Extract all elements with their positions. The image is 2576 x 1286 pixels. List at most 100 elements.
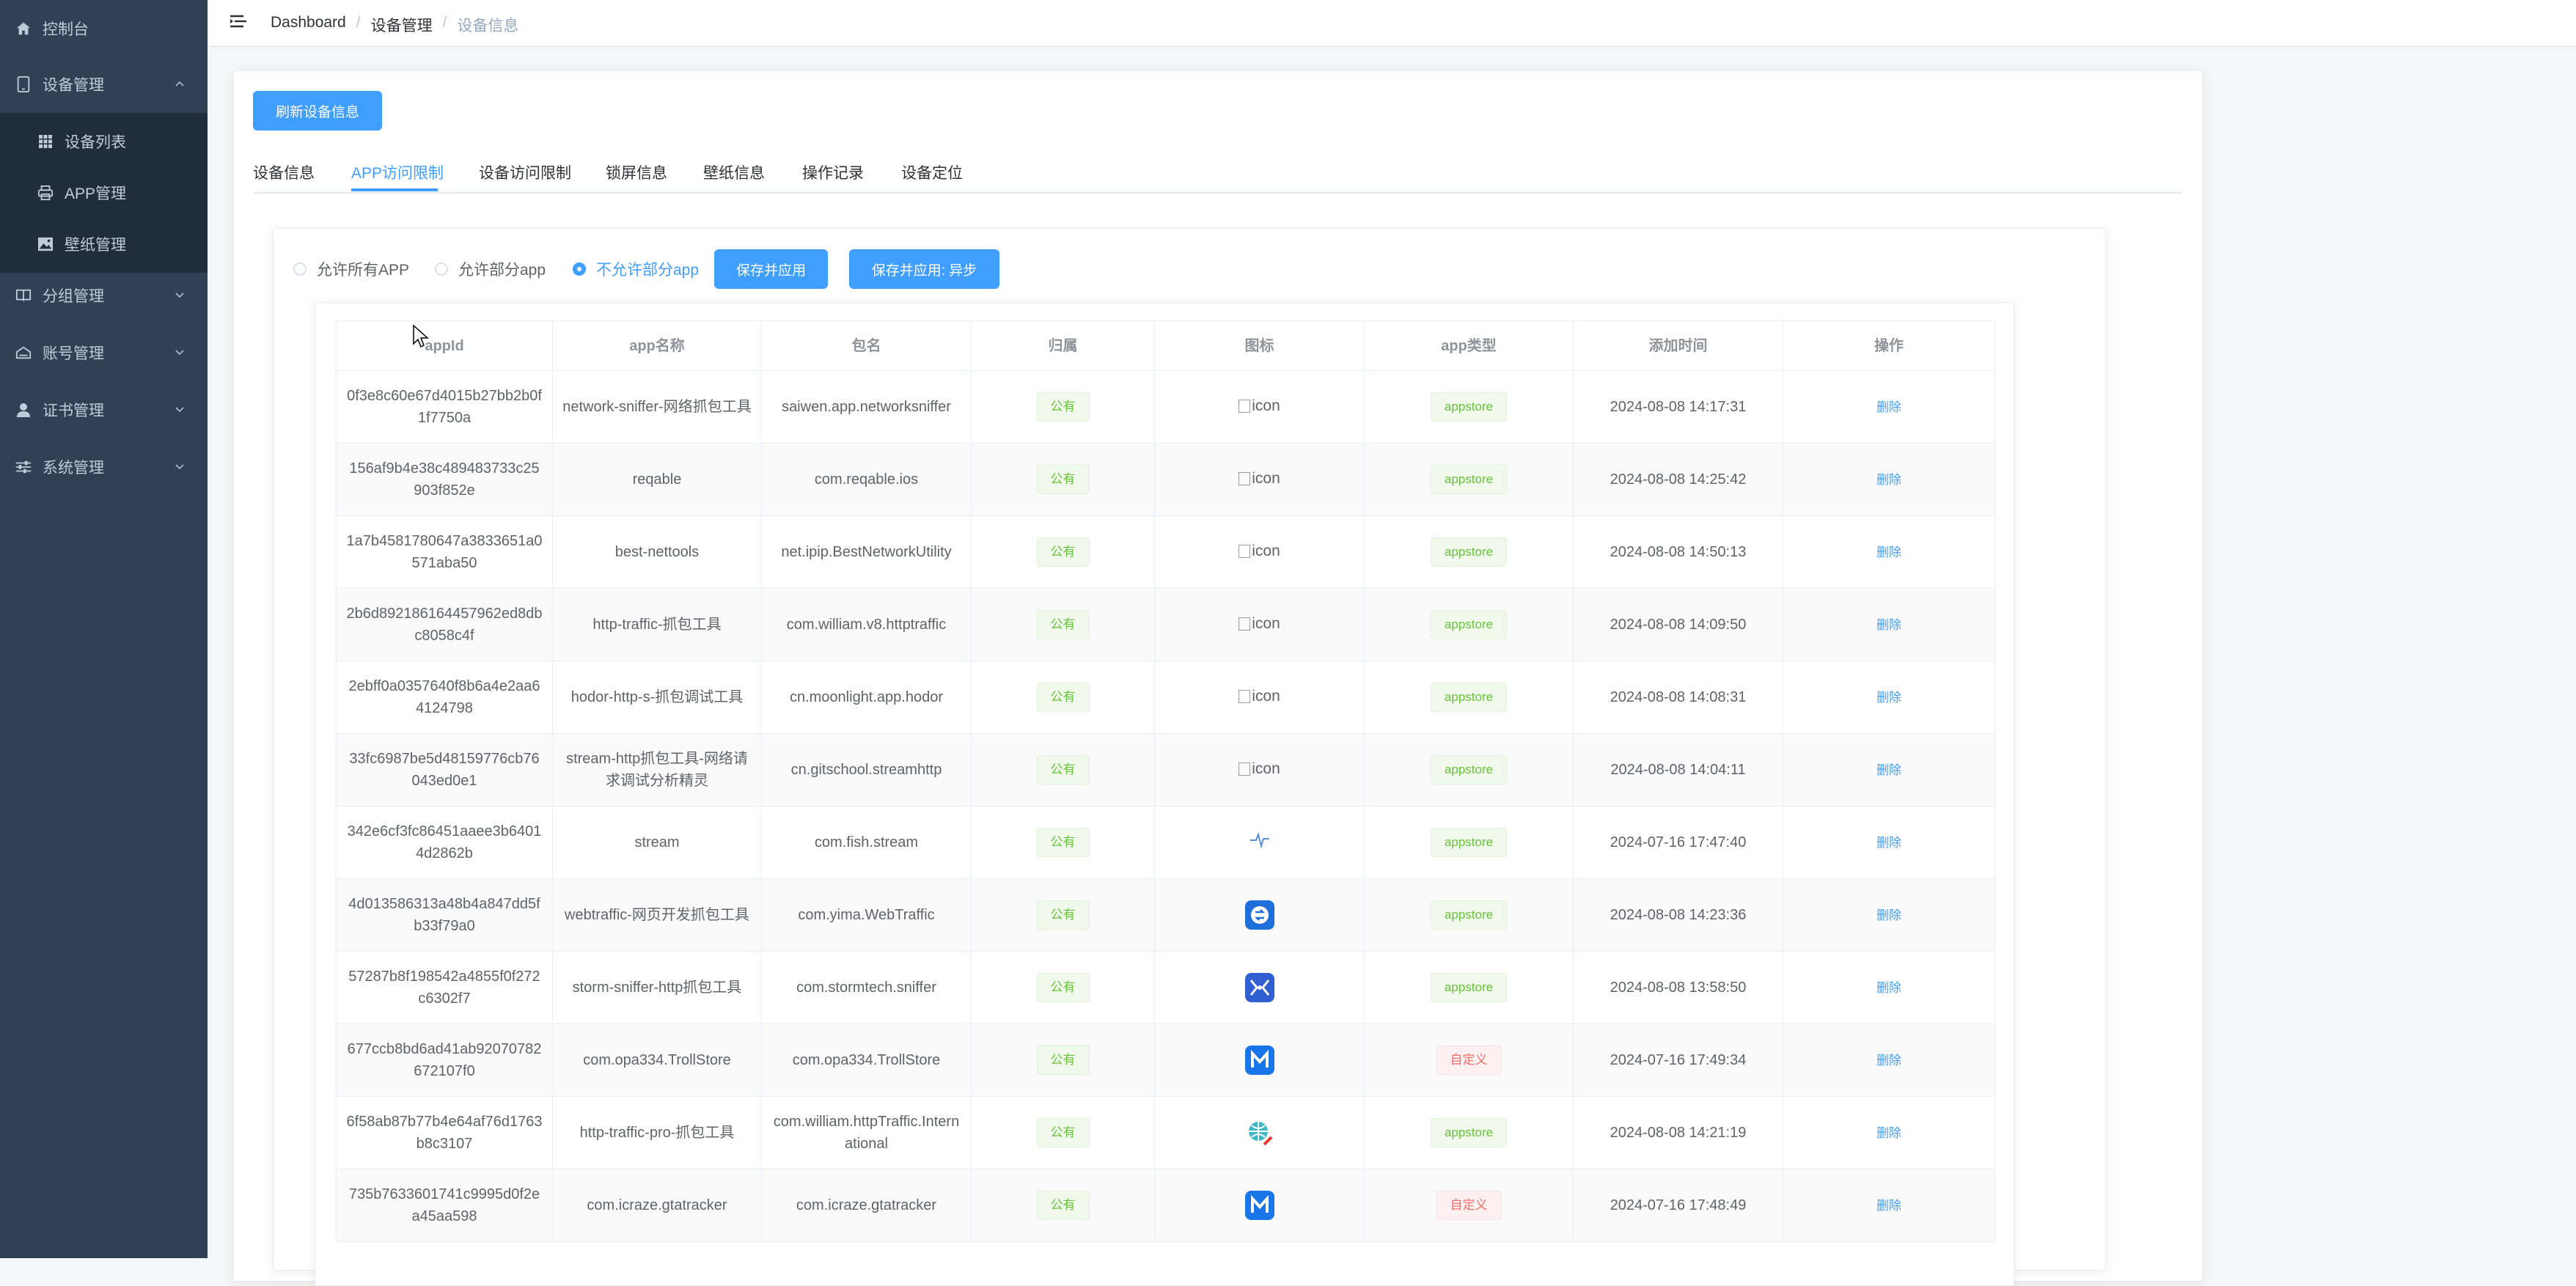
delete-button[interactable]: 删除 [1876, 473, 1901, 487]
delete-button[interactable]: 删除 [1876, 545, 1901, 559]
app-type-tag: 自定义 [1436, 1191, 1502, 1220]
tab-operation-log[interactable]: 操作记录 [802, 161, 864, 183]
column-header-owner: 归属 [971, 320, 1155, 371]
radio-allow-all-apps[interactable]: 允许所有APP [293, 258, 409, 280]
app-icon [1244, 900, 1274, 930]
broken-image-icon: icon [1239, 540, 1280, 562]
tab-lock-screen-info[interactable]: 锁屏信息 [606, 161, 667, 183]
delete-button[interactable]: 删除 [1876, 400, 1901, 414]
sidebar-item-system-management[interactable]: 系统管理 [0, 438, 208, 496]
cell-app-type: 自定义 [1364, 1024, 1574, 1097]
tab-app-access-limit[interactable]: APP访问限制 [351, 161, 444, 183]
sidebar-item-account-management[interactable]: 账号管理 [0, 324, 208, 381]
cell-app-name: webtraffic-网页开发抓包工具 [552, 878, 762, 952]
cell-app-name: http-traffic-抓包工具 [552, 588, 762, 661]
table-row: 342e6cf3fc86451aaee3b64014d2862b stream co… [336, 806, 1995, 879]
delete-button[interactable]: 删除 [1876, 981, 1901, 995]
app-type-tag: appstore [1430, 537, 1508, 567]
breadcrumb: Dashboard / 设备管理 / 设备信息 [271, 14, 518, 36]
sidebar-item-label: 分组管理 [43, 288, 104, 305]
cell-added-time: 2024-08-08 14:21:19 [1573, 1096, 1783, 1169]
sidebar-item-wallpaper-management[interactable]: 壁纸管理 [0, 216, 208, 273]
sidebar-item-certificate-management[interactable]: 证书管理 [0, 381, 208, 438]
delete-button[interactable]: 删除 [1876, 618, 1901, 632]
tab-device-info[interactable]: 设备信息 [253, 161, 315, 183]
sidebar-item-device-list[interactable]: 设备列表 [0, 113, 208, 170]
cell-added-time: 2024-08-08 14:08:31 [1573, 661, 1783, 734]
cell-app-type: appstore [1364, 951, 1574, 1024]
refresh-device-info-button[interactable]: 刷新设备信息 [253, 91, 382, 131]
cell-app-type: 自定义 [1364, 1169, 1574, 1242]
cell-app-type: appstore [1364, 443, 1574, 516]
tab-device-location[interactable]: 设备定位 [901, 161, 963, 183]
tab-wallpaper-info[interactable]: 壁纸信息 [703, 161, 765, 183]
cell-actions: 删除 [1783, 878, 1995, 952]
delete-button[interactable]: 删除 [1876, 1199, 1901, 1213]
cell-owner: 公有 [971, 588, 1155, 661]
sidebar-item-label: 证书管理 [43, 403, 104, 419]
owner-tag: 公有 [1036, 900, 1090, 930]
delete-button[interactable]: 删除 [1876, 908, 1901, 922]
sidebar-item-app-management[interactable]: APP管理 [0, 164, 208, 221]
cell-package: cn.gitschool.streamhttp [761, 733, 972, 806]
cell-appid: 6f58ab87b77b4e64af76d1763b8c3107 [336, 1096, 553, 1169]
owner-tag: 公有 [1036, 610, 1090, 639]
save-apply-button[interactable]: 保存并应用 [714, 249, 828, 289]
cell-appid: 57287b8f198542a4855f0f272c6302f7 [336, 951, 553, 1024]
cell-app-name: storm-sniffer-http抓包工具 [552, 951, 762, 1024]
column-header-package: 包名 [761, 320, 972, 371]
table-row: 57287b8f198542a4855f0f272c6302f7 storm-sn… [336, 951, 1995, 1024]
delete-button[interactable]: 删除 [1876, 1054, 1901, 1068]
cell-owner: 公有 [971, 951, 1155, 1024]
cell-appid: 156af9b4e38c489483733c25903f852e [336, 443, 553, 516]
cell-icon [1154, 1096, 1365, 1169]
delete-button[interactable]: 删除 [1876, 691, 1901, 705]
column-header-app-type: app类型 [1364, 320, 1574, 371]
delete-button[interactable]: 删除 [1876, 763, 1901, 777]
radio-dot[interactable] [573, 262, 586, 276]
delete-button[interactable]: 删除 [1876, 836, 1901, 850]
save-apply-async-button[interactable]: 保存并应用: 异步 [849, 249, 999, 289]
app-type-tag: appstore [1430, 610, 1508, 639]
table-row: 156af9b4e38c489483733c25903f852e reqable c… [336, 443, 1995, 516]
cell-actions: 删除 [1783, 370, 1995, 444]
chevron-down-icon [175, 350, 184, 356]
breadcrumb-separator: / [356, 14, 361, 31]
app-icon [1244, 1191, 1274, 1220]
radio-dot[interactable] [435, 262, 448, 276]
app-type-tag: 自定义 [1436, 1046, 1502, 1075]
cell-package: com.william.v8.httptraffic [761, 588, 972, 661]
delete-button[interactable]: 删除 [1876, 1126, 1901, 1140]
tab-device-access-limit[interactable]: 设备访问限制 [479, 161, 571, 183]
app-type-tag: appstore [1430, 683, 1508, 712]
radio-dot[interactable] [293, 262, 307, 276]
radio-disallow-some-apps[interactable]: 不允许部分app [573, 258, 699, 280]
cell-app-type: appstore [1364, 661, 1574, 734]
sidebar-item-label: 设备列表 [65, 134, 126, 151]
cell-owner: 公有 [971, 515, 1155, 589]
breadcrumb-dashboard[interactable]: Dashboard [271, 14, 346, 36]
cell-app-name: network-sniffer-网络抓包工具 [552, 370, 762, 444]
broken-image-icon: icon [1239, 613, 1280, 635]
app-type-tag: appstore [1430, 755, 1508, 785]
chevron-down-icon [175, 407, 184, 413]
radio-label: 允许部分app [458, 262, 546, 279]
hamburger-icon[interactable] [228, 12, 249, 32]
sidebar-item-device-management[interactable]: 设备管理 [0, 56, 208, 113]
printer-icon [37, 184, 54, 202]
cell-actions: 删除 [1783, 661, 1995, 734]
table-row: 4d013586313a48b4a847dd5fb33f79a0 webtraff… [336, 878, 1995, 952]
owner-tag: 公有 [1036, 1046, 1090, 1075]
sidebar-item-dashboard[interactable]: 控制台 [0, 0, 208, 57]
table-row: 33fc6987be5d48159776cb76043ed0e1 stream-h… [336, 733, 1995, 806]
cell-added-time: 2024-08-08 14:09:50 [1573, 588, 1783, 661]
sidebar-item-group-management[interactable]: 分组管理 [0, 267, 208, 324]
cell-app-name: http-traffic-pro-抓包工具 [552, 1096, 762, 1169]
radio-allow-some-apps[interactable]: 允许部分app [435, 258, 546, 280]
chevron-up-icon [175, 81, 184, 87]
cell-package: com.opa334.TrollStore [761, 1024, 972, 1097]
cell-app-name: reqable [552, 443, 762, 516]
column-header-icon: 图标 [1154, 320, 1365, 371]
house-icon [15, 344, 32, 361]
cell-package: net.ipip.BestNetworkUtility [761, 515, 972, 589]
